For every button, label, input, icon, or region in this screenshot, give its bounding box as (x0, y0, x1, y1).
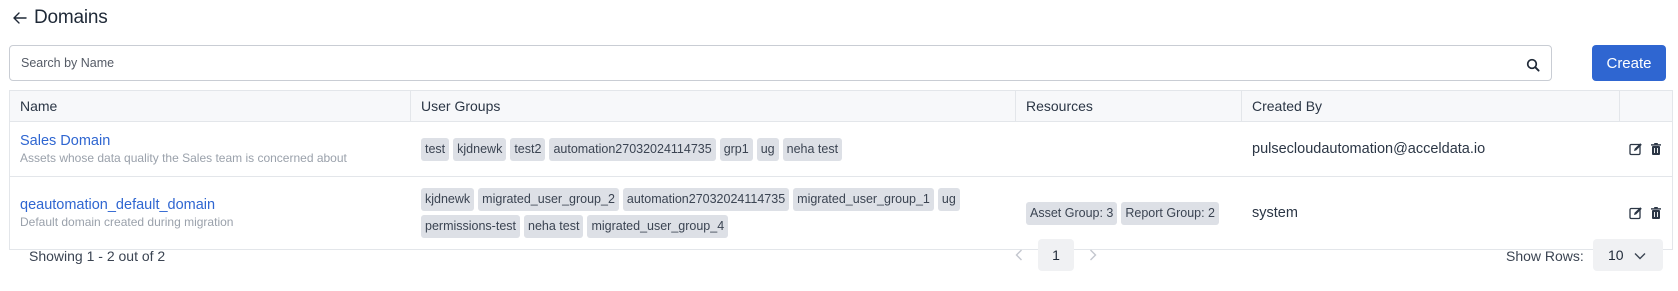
user-group-chip: test (421, 137, 450, 161)
search-icon[interactable] (1515, 47, 1551, 83)
table-header: Name User Groups Resources Created By (10, 91, 1672, 122)
page-header: Domains (12, 6, 108, 30)
user-group-chip: test2 (510, 137, 546, 161)
user-group-chip: neha test (782, 137, 843, 161)
resource-chip: Asset Group: 3 (1026, 201, 1118, 225)
rows-per-page-value: 10 (1608, 247, 1624, 263)
user-group-chip: automation27032024114735 (622, 188, 790, 211)
domain-name-link[interactable]: qeautomation_default_domain (20, 196, 215, 214)
showing-count: Showing 1 - 2 out of 2 (29, 248, 166, 264)
name-cell: Sales Domain Assets whose data quality t… (10, 122, 411, 176)
user-group-chip: ug (756, 137, 779, 161)
user-group-chip: migrated_user_group_2 (478, 188, 619, 211)
user-group-chip: grp1 (719, 137, 753, 161)
search-input[interactable] (10, 46, 1515, 80)
resources-cell (1016, 122, 1242, 176)
table-footer: Showing 1 - 2 out of 2 1 Show Rows: 10 (9, 234, 1673, 278)
column-header-user-groups[interactable]: User Groups (411, 91, 1016, 121)
user-group-chip: kjdnewk (453, 137, 507, 161)
pagination: 1 (1012, 239, 1100, 271)
created-by-cell: pulsecloudautomation@acceldata.io (1252, 141, 1486, 157)
back-arrow-icon[interactable] (12, 10, 28, 26)
row-actions (1620, 122, 1672, 176)
domain-name-link[interactable]: Sales Domain (20, 132, 110, 150)
chevron-left-icon[interactable] (1012, 248, 1026, 262)
chevron-right-icon[interactable] (1086, 248, 1100, 262)
delete-icon[interactable] (1649, 206, 1663, 220)
column-header-resources[interactable]: Resources (1016, 91, 1242, 121)
page-number-button[interactable]: 1 (1038, 239, 1074, 271)
show-rows-label: Show Rows: (1506, 248, 1584, 264)
edit-icon[interactable] (1629, 142, 1643, 156)
page-title: Domains (34, 7, 108, 28)
domain-description: Assets whose data quality the Sales team… (20, 151, 347, 165)
table-row: Sales Domain Assets whose data quality t… (10, 122, 1672, 177)
edit-icon[interactable] (1629, 206, 1643, 220)
domains-table: Name User Groups Resources Created By Sa… (9, 90, 1673, 250)
search-bar (9, 45, 1552, 81)
user-groups-cell: test kjdnewk test2 automation27032024114… (411, 122, 1016, 176)
column-header-actions (1620, 91, 1672, 121)
user-group-chip: automation27032024114735 (549, 137, 716, 161)
chevron-down-icon (1634, 247, 1646, 263)
column-header-created-by[interactable]: Created By (1242, 91, 1620, 121)
rows-per-page-select[interactable]: 10 (1593, 239, 1663, 271)
delete-icon[interactable] (1649, 142, 1663, 156)
domain-description: Default domain created during migration (20, 215, 234, 229)
user-group-chip: kjdnewk (421, 188, 475, 211)
user-group-chip: ug (937, 188, 960, 211)
create-button[interactable]: Create (1592, 45, 1666, 81)
resource-chip: Report Group: 2 (1121, 201, 1220, 225)
user-group-chip: migrated_user_group_1 (793, 188, 934, 211)
column-header-name[interactable]: Name (10, 91, 411, 121)
